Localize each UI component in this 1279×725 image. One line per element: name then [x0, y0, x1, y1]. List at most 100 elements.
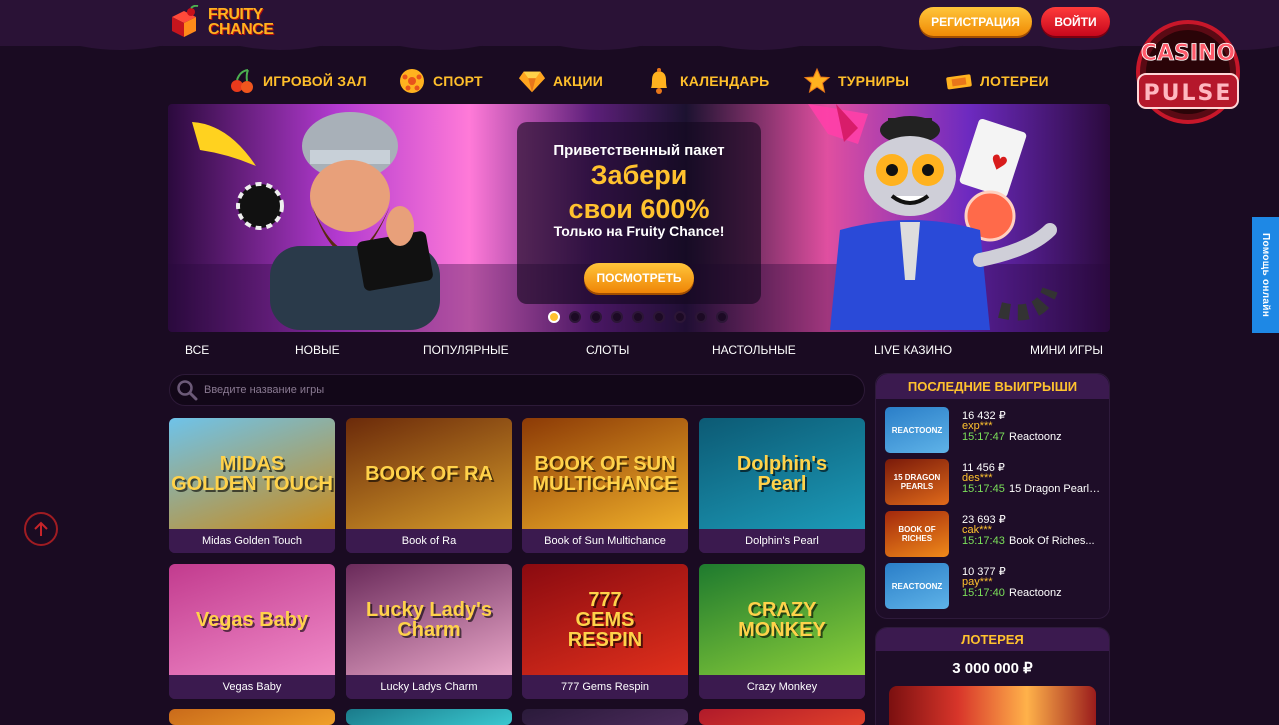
game-title: Vegas Baby: [169, 675, 335, 699]
svg-text:CASINO: CASINO: [1141, 41, 1235, 66]
tab-popular[interactable]: ПОПУЛЯРНЫЕ: [423, 343, 509, 357]
banner-dot[interactable]: [632, 311, 644, 323]
game-card[interactable]: Dolphin's Pearl Dolphin's Pearl: [699, 418, 865, 553]
nav-item-tournaments[interactable]: ТУРНИРЫ: [803, 62, 909, 100]
tab-slots[interactable]: СЛОТЫ: [586, 343, 629, 357]
nav-label: ТУРНИРЫ: [838, 73, 910, 89]
game-card[interactable]: Lucky Lady's Charm Lucky Ladys Charm: [346, 564, 512, 699]
recent-win-item[interactable]: BOOK OF RICHES 23 693 ₽ cak*** 15:17:43 Book…: [885, 511, 1107, 559]
recent-win-item[interactable]: 15 DRAGON PEARLS 11 456 ₽ des*** 15:17:45 15…: [885, 459, 1107, 507]
game-thumbnail: CRAZY MONKEY: [699, 564, 865, 675]
nav-item-sport[interactable]: СПОРТ: [398, 62, 483, 100]
game-card[interactable]: [169, 709, 335, 725]
game-thumbnail-logo: Lucky Lady's Charm: [366, 598, 492, 641]
online-help-tab[interactable]: Помощь онлайн: [1252, 217, 1279, 333]
lottery-jackpot: 3 000 000 ₽: [952, 660, 1033, 677]
banner-dot[interactable]: [653, 311, 665, 323]
banner-dot[interactable]: [674, 311, 686, 323]
game-card[interactable]: 777 GEMS RESPIN 777 Gems Respin: [522, 564, 688, 699]
site-logo[interactable]: FRUITY CHANCE: [168, 2, 280, 42]
ball-icon: [398, 67, 426, 95]
search-input[interactable]: [204, 376, 864, 404]
game-title: Crazy Monkey: [699, 675, 865, 699]
nav-label: АКЦИИ: [553, 73, 604, 89]
tab-live-casino[interactable]: LIVE КАЗИНО: [874, 343, 952, 357]
tab-new[interactable]: НОВЫЕ: [295, 343, 340, 357]
game-title: Midas Golden Touch: [169, 529, 335, 553]
game-card[interactable]: [699, 709, 865, 725]
game-card[interactable]: Vegas Baby Vegas Baby: [169, 564, 335, 699]
banner-dot[interactable]: [548, 311, 560, 323]
ticket-icon: [945, 67, 973, 95]
lemur-character-illustration: [830, 116, 1058, 330]
game-card[interactable]: CRAZY MONKEY Crazy Monkey: [699, 564, 865, 699]
banner-subtitle: Приветственный пакет: [553, 142, 725, 159]
nav-item-lotteries[interactable]: ЛОТЕРЕИ: [945, 62, 1049, 100]
win-game-name: Reactoonz: [1009, 431, 1062, 443]
nav-label: ЛОТЕРЕИ: [980, 73, 1049, 89]
game-card[interactable]: MIDAS GOLDEN TOUCH Midas Golden Touch: [169, 418, 335, 553]
lottery-image: [889, 686, 1096, 725]
recent-wins-title: ПОСЛЕДНИЕ ВЫИГРЫШИ: [876, 374, 1109, 399]
game-card[interactable]: [346, 709, 512, 725]
banner-pagination: [548, 311, 728, 323]
game-search-bar: [169, 374, 865, 406]
gnome-character-illustration: [270, 112, 440, 330]
win-time: 15:17:45: [962, 483, 1005, 495]
banner-view-button[interactable]: ПОСМОТРЕТЬ: [584, 263, 694, 293]
win-game-name: Reactoonz: [1009, 587, 1062, 599]
banner-dot[interactable]: [716, 311, 728, 323]
recent-wins-panel: ПОСЛЕДНИЕ ВЫИГРЫШИ REACTOONZ 16 432 ₽ exp*…: [875, 373, 1110, 619]
game-thumbnail: Dolphin's Pearl: [699, 418, 865, 529]
bell-icon: [645, 67, 673, 95]
game-category-tabs: ВСЕ НОВЫЕ ПОПУЛЯРНЫЕ СЛОТЫ НАСТОЛЬНЫЕ LI…: [168, 343, 1110, 363]
svg-text:PULSE: PULSE: [1144, 81, 1233, 106]
banner-dot[interactable]: [569, 311, 581, 323]
game-thumbnail-logo: CRAZY MONKEY: [738, 598, 826, 641]
game-thumbnail: Vegas Baby: [169, 564, 335, 675]
game-thumbnail: MIDAS GOLDEN TOUCH: [169, 418, 335, 529]
win-time: 15:17:40: [962, 587, 1005, 599]
win-game-thumbnail: 15 DRAGON PEARLS: [885, 459, 949, 505]
win-time: 15:17:43: [962, 535, 1005, 547]
game-thumbnail-logo: 777 GEMS RESPIN: [567, 588, 643, 651]
tab-mini-games[interactable]: МИНИ ИГРЫ: [1030, 343, 1103, 357]
game-title: Lucky Ladys Charm: [346, 675, 512, 699]
nav-item-calendar[interactable]: КАЛЕНДАРЬ: [645, 62, 769, 100]
scroll-to-top-button[interactable]: [24, 512, 58, 546]
main-nav: ИГРОВОЙ ЗАЛ СПОРТ АКЦИИ КАЛЕНДАРЬ ТУРНИР…: [225, 62, 1055, 100]
game-title: Dolphin's Pearl: [699, 529, 865, 553]
banner-dot[interactable]: [695, 311, 707, 323]
game-thumbnail-logo: Dolphin's Pearl: [736, 452, 828, 495]
tab-table[interactable]: НАСТОЛЬНЫЕ: [712, 343, 796, 357]
diamond-icon: [518, 67, 546, 95]
lottery-title: ЛОТЕРЕЯ: [876, 628, 1109, 651]
fruit-cube-icon: [168, 4, 204, 39]
game-title: Book of Ra: [346, 529, 512, 553]
register-button[interactable]: РЕГИСТРАЦИЯ: [919, 7, 1032, 36]
win-game-thumbnail: REACTOONZ: [885, 407, 949, 453]
lottery-panel[interactable]: ЛОТЕРЕЯ 3 000 000 ₽: [875, 627, 1110, 725]
game-thumbnail: BOOK OF RA: [346, 418, 512, 529]
cherries-icon: [228, 67, 256, 95]
recent-win-item[interactable]: REACTOONZ 10 377 ₽ pay*** 15:17:40 Reactoonz: [885, 563, 1107, 611]
game-thumbnail: BOOK OF SUN MULTICHANCE: [522, 418, 688, 529]
game-card[interactable]: BOOK OF SUN MULTICHANCE Book of Sun Multi…: [522, 418, 688, 553]
banner-tagline: Только на Fruity Chance!: [553, 223, 725, 239]
tab-all[interactable]: ВСЕ: [185, 343, 209, 357]
nav-label: ИГРОВОЙ ЗАЛ: [263, 73, 367, 89]
game-thumbnail-logo: MIDAS GOLDEN TOUCH: [171, 452, 333, 495]
search-icon: [176, 379, 198, 401]
recent-win-item[interactable]: REACTOONZ 16 432 ₽ exp*** 15:17:47 Reactoonz: [885, 407, 1107, 455]
win-time: 15:17:47: [962, 431, 1005, 443]
game-card[interactable]: BOOK OF RA Book of Ra: [346, 418, 512, 553]
game-thumbnail: 777 GEMS RESPIN: [522, 564, 688, 675]
game-title: Book of Sun Multichance: [522, 529, 688, 553]
nav-item-promotions[interactable]: АКЦИИ: [518, 62, 603, 100]
banner-dot[interactable]: [611, 311, 623, 323]
banner-dot[interactable]: [590, 311, 602, 323]
game-thumbnail-logo: BOOK OF SUN MULTICHANCE: [532, 452, 678, 495]
login-button[interactable]: ВОЙТИ: [1041, 7, 1110, 36]
game-card[interactable]: [522, 709, 688, 725]
nav-item-game-hall[interactable]: ИГРОВОЙ ЗАЛ: [228, 62, 367, 100]
